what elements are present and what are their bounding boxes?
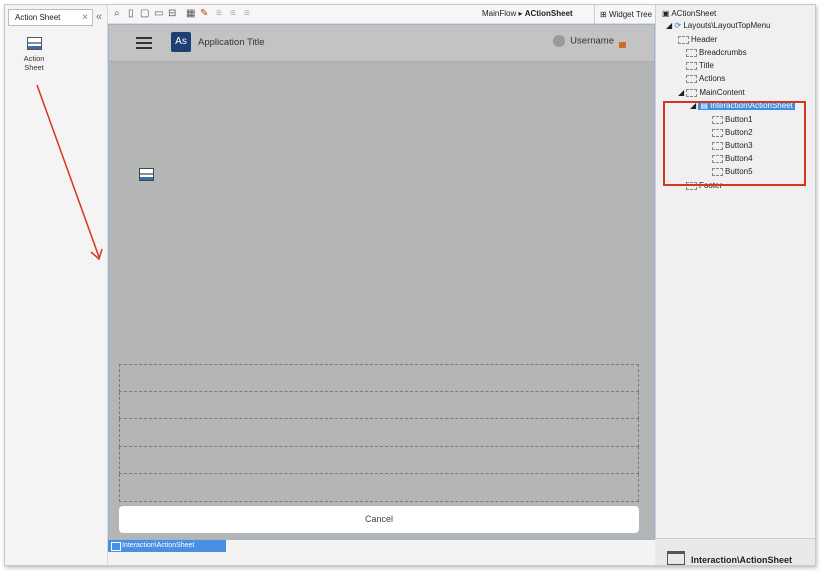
drag-arrow-annotation [36, 84, 103, 261]
ide-window: Action Sheet × « Action Sheet ⌕ ▯ ▢ ▭ ⊟ … [4, 4, 816, 566]
arrow-line [36, 84, 100, 258]
